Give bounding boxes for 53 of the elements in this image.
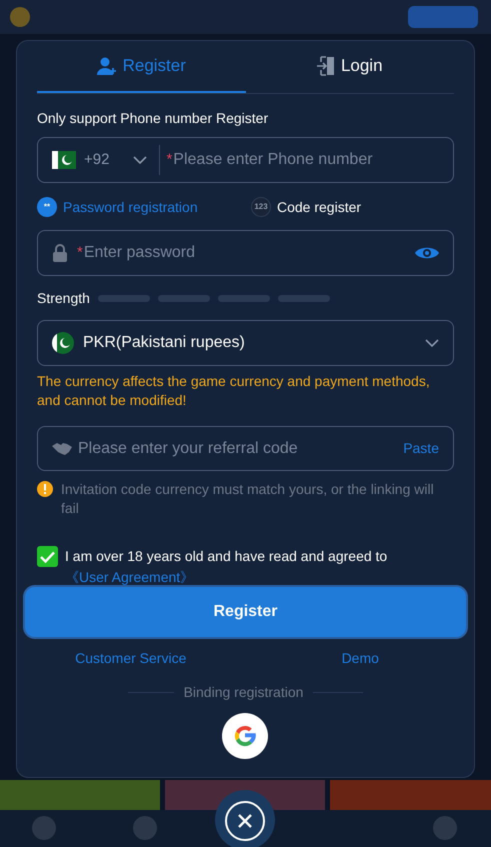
strength-segment [218, 294, 270, 302]
checkmark-icon [40, 550, 55, 562]
user-agreement-link[interactable]: 《User Agreement》 [65, 569, 194, 585]
close-button[interactable] [225, 801, 265, 841]
footer-link[interactable]: Customer Service [75, 648, 186, 669]
referral-field[interactable]: Please enter your referral code Paste [37, 426, 454, 471]
nav-icon[interactable] [133, 816, 157, 840]
country-code: +92 [84, 150, 110, 170]
door-enter-icon [316, 56, 335, 76]
tab[interactable]: Register [37, 41, 246, 93]
strength-segment [98, 294, 150, 302]
game-tile[interactable] [330, 780, 491, 810]
phone-input[interactable]: Please enter Phone number [173, 148, 439, 172]
nav-icon[interactable] [32, 816, 56, 840]
strength-segment [158, 294, 210, 302]
warning-icon [37, 481, 53, 497]
close-button-glow [215, 790, 275, 847]
referral-input[interactable]: Please enter your referral code [78, 436, 404, 460]
required-mark: * [166, 150, 172, 170]
registration-method-option[interactable]: ** Password registration [37, 196, 251, 218]
password-input[interactable]: Enter password [84, 241, 415, 265]
required-mark: * [77, 242, 83, 263]
method-icon: 123 [251, 197, 271, 217]
lock-icon [52, 244, 68, 262]
chevron-down-icon [425, 339, 439, 347]
strength-label: Strength [37, 288, 90, 308]
registration-method-option[interactable]: 123 Code register [251, 196, 362, 218]
phone-field[interactable]: +92 *Please enter Phone number [37, 137, 454, 183]
header-button[interactable] [408, 6, 478, 28]
avatar-icon [10, 7, 30, 27]
tab[interactable]: Login [246, 41, 454, 93]
register-button[interactable]: Register [23, 585, 468, 639]
flag-icon [52, 151, 76, 169]
referral-note: Invitation code currency must match yours, or the linking will fail [61, 480, 435, 518]
footer-link[interactable]: Demo [342, 648, 379, 669]
eye-icon[interactable] [415, 245, 439, 261]
nav-icon[interactable] [433, 816, 457, 840]
flag-icon [52, 332, 74, 354]
user-add-icon [96, 57, 117, 75]
notice-text: Only support Phone number Register [37, 109, 270, 128]
strength-segment [278, 294, 330, 302]
agreement-checkbox[interactable] [37, 546, 58, 567]
game-tile[interactable] [0, 780, 160, 810]
currency-warning: The currency affects the game currency and payment methods, and cannot be modified! [37, 372, 431, 410]
binding-label: Binding registration [184, 683, 304, 702]
currency-select[interactable]: PKR(Pakistani rupees) [37, 320, 454, 366]
agreement-text: I am over 18 years old and have read and agreed to 《User Agreement》 [65, 547, 388, 587]
chevron-down-icon [133, 156, 148, 164]
paste-button[interactable]: Paste [403, 438, 439, 459]
currency-value: PKR(Pakistani rupees) [83, 333, 246, 353]
close-icon [237, 813, 253, 829]
method-icon: ** [37, 197, 57, 217]
password-field[interactable]: *Enter password [37, 230, 454, 276]
